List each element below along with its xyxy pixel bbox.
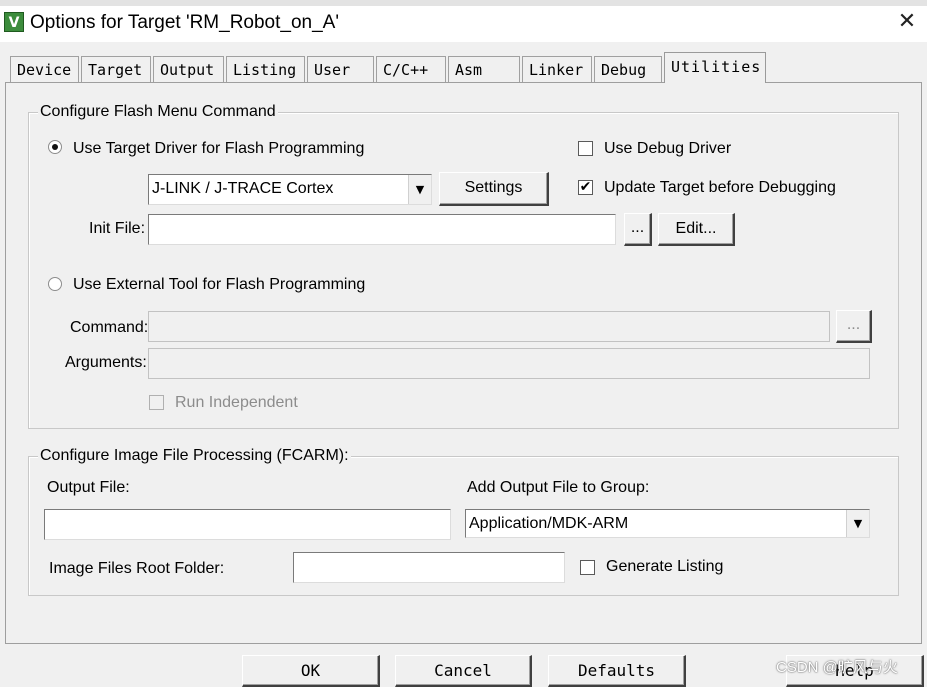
use-target-driver-radio[interactable] <box>48 140 62 154</box>
add-output-group-label: Add Output File to Group: <box>467 479 650 496</box>
output-file-input[interactable] <box>44 509 451 540</box>
root-folder-input[interactable] <box>293 552 565 583</box>
init-file-input[interactable] <box>148 214 616 245</box>
command-input[interactable] <box>148 311 830 342</box>
use-external-tool-label: Use External Tool for Flash Programming <box>73 276 366 293</box>
flash-driver-select[interactable]: J-LINK / J-TRACE Cortex ▼ <box>148 174 432 205</box>
tab-user[interactable]: User <box>307 56 374 82</box>
generate-listing-checkbox[interactable] <box>580 560 595 575</box>
watermark-text: CSDN @旷风与火 <box>776 659 898 676</box>
flash-group-label: Configure Flash Menu Command <box>38 103 278 121</box>
arguments-input[interactable] <box>148 348 870 379</box>
use-debug-driver-checkbox[interactable] <box>578 141 593 156</box>
use-external-tool-radio[interactable] <box>48 277 62 291</box>
tab-linker[interactable]: Linker <box>522 56 592 82</box>
chevron-down-icon[interactable]: ▼ <box>846 510 869 537</box>
init-file-browse-button[interactable]: ... <box>624 213 652 246</box>
defaults-button[interactable]: Defaults <box>548 655 686 687</box>
chevron-down-icon[interactable]: ▼ <box>408 175 431 204</box>
close-icon[interactable]: ✕ <box>895 10 919 34</box>
use-debug-driver-label: Use Debug Driver <box>604 140 732 157</box>
tab-target[interactable]: Target <box>81 56 151 82</box>
output-file-label: Output File: <box>47 479 130 496</box>
tab-c-cpp[interactable]: C/C++ <box>376 56 446 82</box>
run-independent-label: Run Independent <box>175 394 298 411</box>
cancel-button[interactable]: Cancel <box>395 655 532 687</box>
command-label: Command: <box>70 319 149 336</box>
ok-button[interactable]: OK <box>242 655 380 687</box>
run-independent-checkbox[interactable] <box>149 395 164 410</box>
tab-asm[interactable]: Asm <box>448 56 520 82</box>
update-target-label: Update Target before Debugging <box>604 179 836 196</box>
flash-command-group <box>28 112 899 429</box>
tab-listing[interactable]: Listing <box>226 56 305 82</box>
tab-output[interactable]: Output <box>153 56 224 82</box>
generate-listing-label: Generate Listing <box>606 558 724 575</box>
init-file-label: Init File: <box>89 220 146 237</box>
arguments-label: Arguments: <box>65 354 147 371</box>
flash-driver-value: J-LINK / J-TRACE Cortex <box>152 180 334 197</box>
root-folder-label: Image Files Root Folder: <box>49 560 225 577</box>
output-group-value: Application/MDK-ARM <box>469 515 629 532</box>
tab-debug[interactable]: Debug <box>594 56 662 82</box>
use-target-driver-label: Use Target Driver for Flash Programming <box>73 140 365 157</box>
keil-uvision-icon: V <box>4 12 24 32</box>
tab-utilities[interactable]: Utilities <box>664 52 766 83</box>
update-target-checkbox[interactable]: ✔ <box>578 180 593 195</box>
tab-device[interactable]: Device <box>10 56 79 82</box>
command-browse-button[interactable]: ... <box>836 310 872 343</box>
settings-button[interactable]: Settings <box>439 172 549 206</box>
edit-button[interactable]: Edit... <box>658 213 735 246</box>
window-title: Options for Target 'RM_Robot_on_A' <box>30 12 339 33</box>
output-group-select[interactable]: Application/MDK-ARM ▼ <box>465 509 870 538</box>
image-group-label: Configure Image File Processing (FCARM): <box>38 447 351 465</box>
